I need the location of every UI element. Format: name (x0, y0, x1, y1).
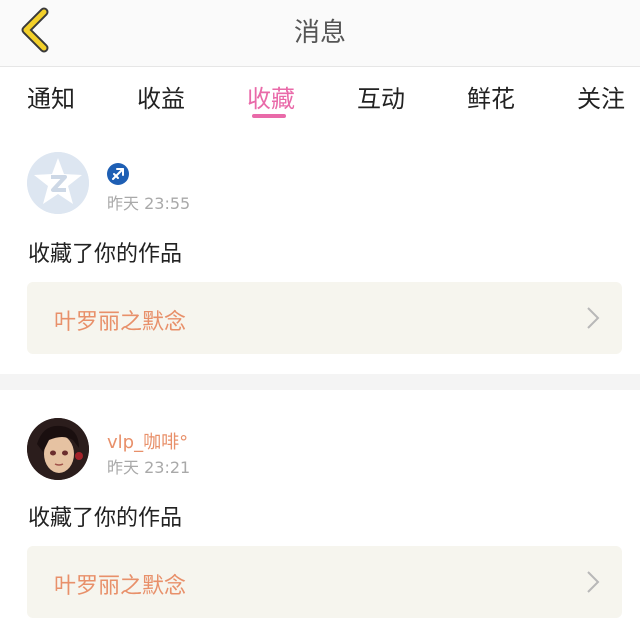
timestamp: 昨天 23:55 (107, 194, 191, 213)
tab-notifications[interactable]: 通知 (27, 79, 75, 114)
page-title: 消息 (293, 18, 346, 48)
sagittarius-zodiac-icon (107, 163, 129, 185)
action-text: 收藏了你的作品 (28, 506, 183, 531)
action-text: 收藏了你的作品 (28, 242, 183, 267)
avatar[interactable] (27, 418, 89, 480)
work-title: 叶罗丽之默念 (54, 310, 187, 335)
user-avatar-image (27, 418, 89, 480)
default-avatar-icon (27, 152, 89, 214)
tab-interactions[interactable]: 互动 (357, 79, 405, 114)
tab-favorites[interactable]: 收藏 (247, 79, 295, 114)
chevron-right-icon (587, 307, 600, 329)
tab-bar: 通知 收益 收藏 互动 鲜花 关注 (0, 67, 640, 125)
timestamp: 昨天 23:21 (107, 458, 191, 477)
chevron-right-icon (587, 571, 600, 593)
notification-card: vlp_咖啡° 昨天 23:21 收藏了你的作品 叶罗丽之默念 (0, 390, 640, 640)
work-link[interactable]: 叶罗丽之默念 (27, 546, 622, 618)
tab-earnings[interactable]: 收益 (137, 79, 185, 114)
avatar[interactable] (27, 152, 89, 214)
active-tab-indicator (252, 114, 286, 118)
section-divider (0, 374, 640, 390)
work-title: 叶罗丽之默念 (54, 574, 187, 599)
username[interactable]: vlp_咖啡° (107, 428, 188, 454)
top-bar: 消息 (0, 0, 640, 67)
work-link[interactable]: 叶罗丽之默念 (27, 282, 622, 354)
tab-follow[interactable]: 关注 (577, 79, 625, 114)
notification-card: 昨天 23:55 收藏了你的作品 叶罗丽之默念 (0, 130, 640, 374)
tab-flowers[interactable]: 鲜花 (467, 79, 515, 114)
